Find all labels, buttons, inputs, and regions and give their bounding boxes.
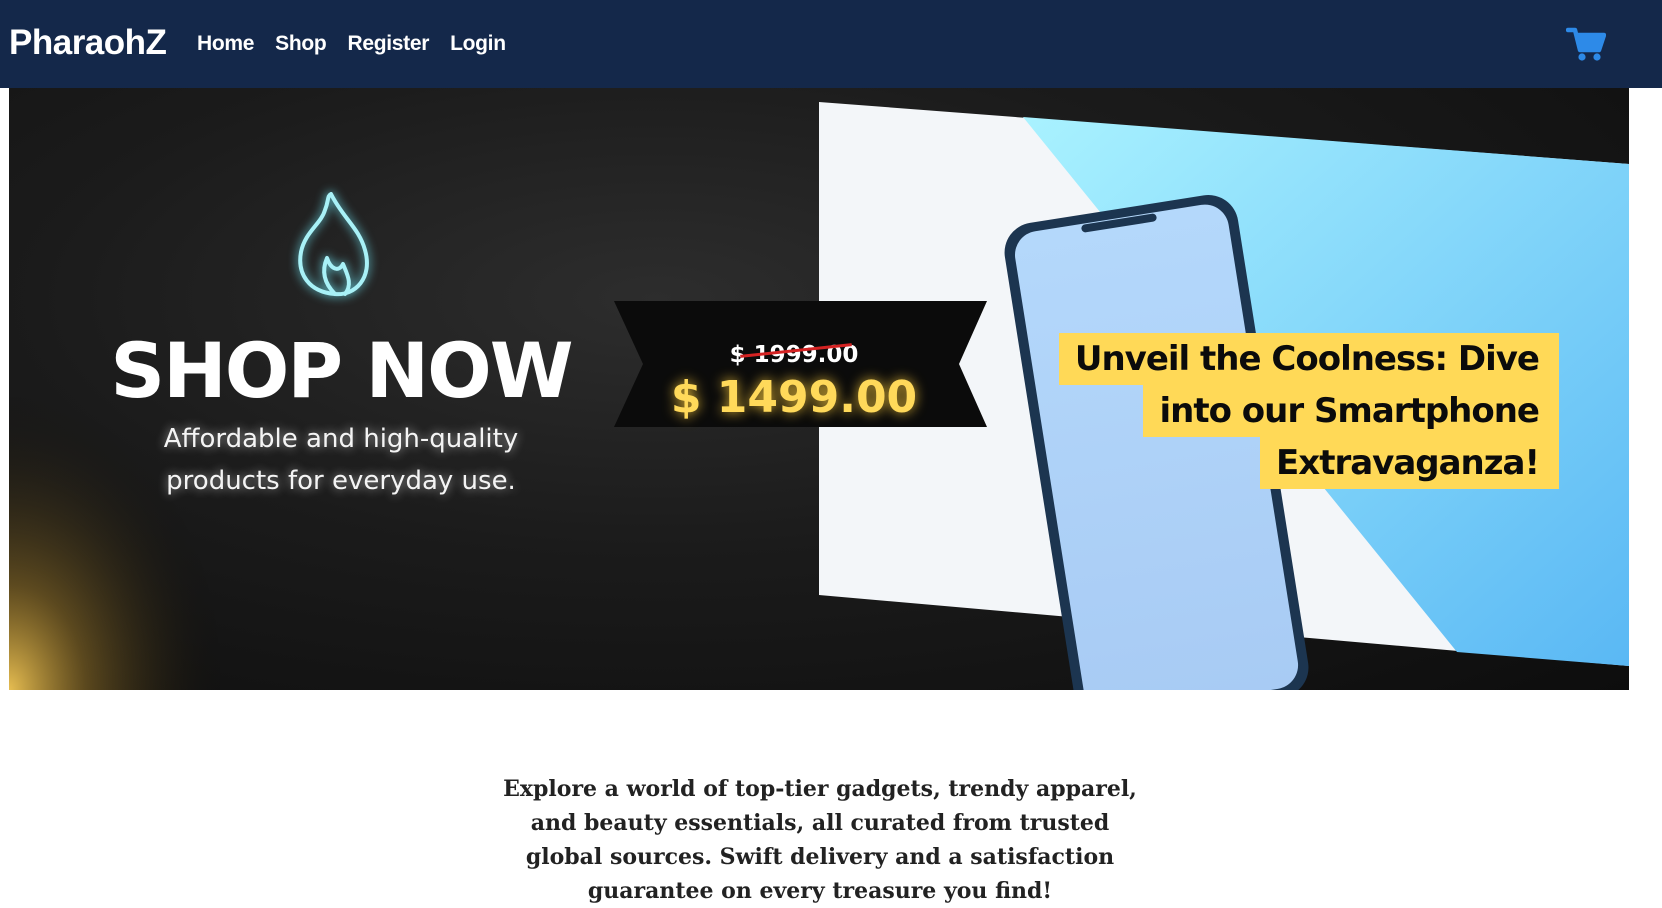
banner-headline: SHOP NOW: [110, 326, 573, 415]
brand-logo-link[interactable]: PharaohZ: [9, 20, 167, 66]
tagline-line-2: products for everyday use.: [166, 466, 516, 496]
nav-link-home[interactable]: Home: [197, 30, 254, 58]
promo-line-3: Extravaganza!: [1260, 437, 1559, 489]
tagline-line-1: Affordable and high-quality: [163, 424, 519, 454]
promo-line-2: into our Smartphone: [1143, 385, 1559, 437]
banner-tagline: Affordable and high-quality products for…: [101, 418, 581, 502]
nav-links: Home Shop Register Login: [197, 30, 506, 58]
top-navbar: PharaohZ Home Shop Register Login: [0, 0, 1662, 88]
promo-line-1: Unveil the Coolness: Dive: [1058, 333, 1559, 385]
promo-callout: Unveil the Coolness: Dive into our Smart…: [1009, 333, 1559, 489]
sale-price: $ 1499.00: [670, 372, 918, 423]
flame-icon: [298, 192, 369, 297]
old-price: $ 1999.00: [729, 342, 859, 368]
intro-paragraph: Explore a world of top-tier gadgets, tre…: [503, 776, 1137, 904]
price-tag: $ 1999.00 $ 1499.00: [599, 319, 989, 453]
nav-link-shop[interactable]: Shop: [275, 30, 327, 58]
hero-banner[interactable]: SHOP NOW Affordable and high-quality pro…: [9, 88, 1629, 690]
nav-link-register[interactable]: Register: [347, 30, 429, 58]
shopping-cart-icon[interactable]: [1565, 26, 1607, 62]
nav-link-login[interactable]: Login: [450, 30, 506, 58]
